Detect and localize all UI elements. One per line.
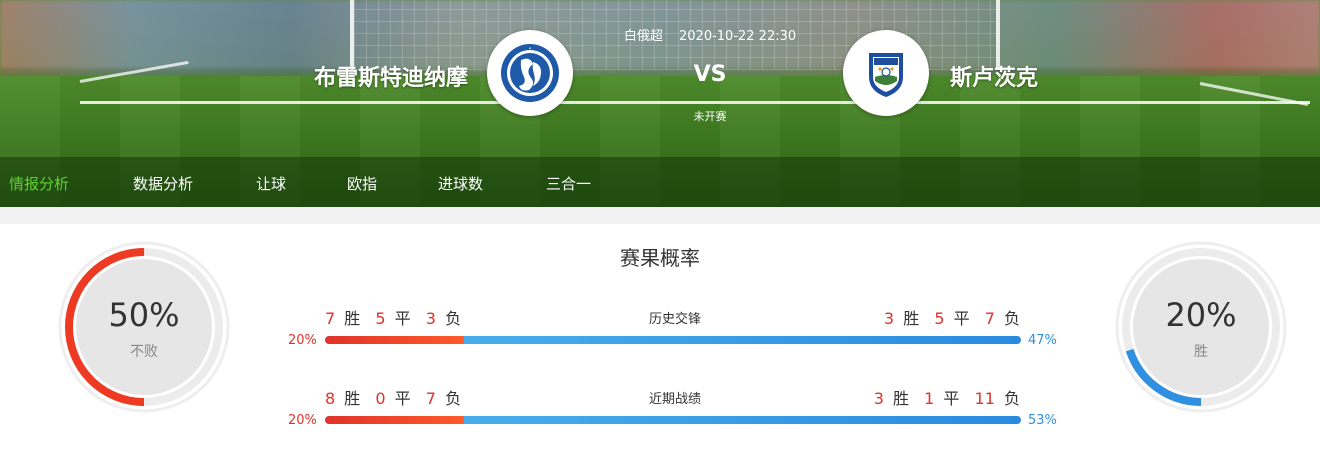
loss-label: 负: [445, 389, 462, 408]
head-to-head-row: 7 胜 5 平 3 负 历史交锋 3 胜 5 平 7 负 20% 47%: [280, 305, 1070, 365]
home-probability-ring: 50% 不败: [57, 240, 231, 414]
section-divider: [0, 207, 1320, 224]
away-losses: 11: [974, 389, 995, 408]
home-probability-value: 50%: [108, 296, 180, 334]
match-status: 未开赛: [693, 110, 727, 123]
stat-title: 近期战绩: [648, 392, 701, 407]
away-losses: 7: [984, 309, 995, 328]
comparison-bar: [325, 416, 1021, 424]
pitch-line: [80, 101, 1310, 104]
away-wins: 3: [873, 389, 884, 408]
draw-label: 平: [394, 309, 411, 328]
svg-text:•: •: [529, 46, 532, 52]
away-draws: 5: [934, 309, 945, 328]
away-wins: 3: [883, 309, 895, 328]
home-percentage: 20%: [288, 333, 317, 348]
draw-label: 平: [394, 389, 411, 408]
away-probability-label: 胜: [1194, 344, 1208, 360]
tab-european-odds[interactable]: 欧指: [347, 173, 377, 194]
away-percentage: 47%: [1028, 333, 1057, 348]
comparison-bar: [325, 336, 1021, 344]
win-label: 胜: [903, 309, 920, 328]
away-team-name[interactable]: 斯卢茨克: [950, 60, 1038, 92]
slutsk-logo-icon: [869, 53, 903, 97]
home-wins: 7: [325, 309, 336, 328]
home-record: 8 胜 0 平 7 负: [325, 385, 461, 409]
league-name[interactable]: 白俄超: [624, 29, 663, 44]
draw-label: 平: [943, 389, 960, 408]
away-record: 3 胜 5 平 7 负: [884, 305, 1020, 329]
home-probability-label: 不败: [130, 344, 158, 360]
away-team-logo[interactable]: [843, 30, 929, 116]
away-draws: 1: [924, 389, 935, 408]
tab-handicap[interactable]: 让球: [256, 173, 286, 194]
draw-label: 平: [953, 309, 970, 328]
home-record: 7 胜 5 平 3 负: [325, 305, 461, 329]
match-datetime: 2020-10-22 22:30: [679, 29, 797, 44]
tab-data-analysis[interactable]: 数据分析: [133, 173, 193, 194]
home-losses: 7: [425, 389, 436, 408]
dynamo-brest-logo-icon: •: [501, 44, 559, 102]
tab-intel-analysis[interactable]: 情报分析: [9, 173, 69, 194]
home-percentage: 20%: [288, 413, 317, 428]
match-meta: 白俄超 2020-10-22 22:30: [560, 25, 860, 44]
win-label: 胜: [344, 389, 361, 408]
home-draws: 0: [375, 389, 386, 408]
win-label: 胜: [344, 309, 361, 328]
stat-title: 历史交锋: [648, 312, 701, 327]
home-team-name[interactable]: 布雷斯特迪纳摩: [314, 60, 468, 92]
home-bar-fill: [325, 336, 465, 344]
vs-label: VS: [693, 62, 727, 87]
home-wins: 8: [325, 389, 336, 408]
away-probability-ring: 20% 胜: [1114, 240, 1288, 414]
match-header: 白俄超 2020-10-22 22:30 布雷斯特迪纳摩 • VS 未开赛 斯卢…: [0, 0, 1320, 207]
section-title: 赛果概率: [620, 246, 700, 270]
home-team-logo[interactable]: •: [487, 30, 573, 116]
away-probability-value: 20%: [1165, 296, 1237, 334]
away-percentage: 53%: [1028, 413, 1057, 428]
recent-form-row: 8 胜 0 平 7 负 近期战绩 3 胜 1 平 11 负 20% 53%: [280, 385, 1070, 445]
loss-label: 负: [445, 309, 462, 328]
win-label: 胜: [893, 389, 910, 408]
away-record: 3 胜 1 平 11 负: [874, 385, 1020, 409]
home-bar-fill: [325, 416, 465, 424]
home-losses: 3: [425, 309, 436, 328]
tab-three-in-one[interactable]: 三合一: [546, 173, 591, 194]
home-draws: 5: [375, 309, 386, 328]
tab-goals[interactable]: 进球数: [438, 173, 483, 194]
analysis-tabs: 情报分析 数据分析 让球 欧指 进球数 三合一: [0, 157, 1320, 207]
loss-label: 负: [1003, 309, 1020, 328]
loss-label: 负: [1003, 389, 1020, 408]
